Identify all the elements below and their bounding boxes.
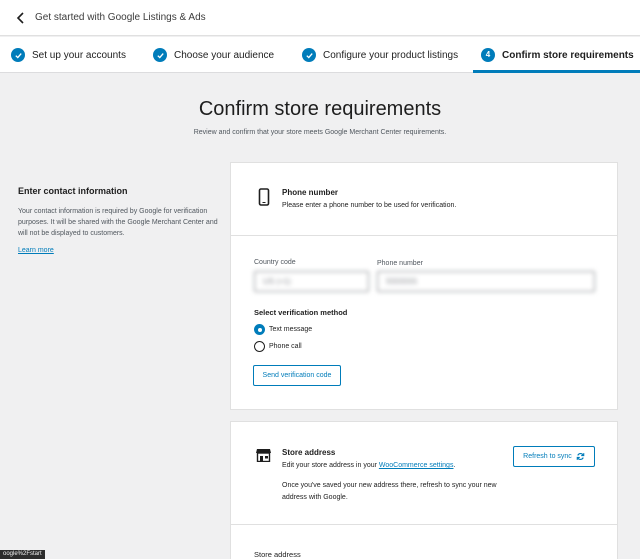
radio-unchecked-icon xyxy=(254,341,265,352)
woocommerce-settings-link[interactable]: WooCommerce settings xyxy=(379,462,454,469)
country-code-label: Country code xyxy=(254,259,296,266)
step-label: Set up your accounts xyxy=(32,49,126,61)
setup-stepper: Set up your accounts Choose your audienc… xyxy=(0,37,640,73)
step-number-badge: 4 xyxy=(481,48,495,62)
radio-checked-icon xyxy=(254,324,265,335)
active-step-indicator xyxy=(473,70,640,73)
radio-phone-call[interactable]: Phone call xyxy=(254,341,302,352)
check-icon xyxy=(302,48,316,62)
check-icon xyxy=(11,48,25,62)
phone-number-title: Phone number xyxy=(282,188,339,197)
step-confirm-store-requirements[interactable]: 4 Confirm store requirements xyxy=(481,37,634,73)
store-address-card: Store address Edit your store address in… xyxy=(230,421,618,559)
step-choose-audience[interactable]: Choose your audience xyxy=(153,37,274,73)
step-set-up-accounts[interactable]: Set up your accounts xyxy=(11,37,126,73)
page-header-title: Get started with Google Listings & Ads xyxy=(35,12,206,23)
phone-number-label: Phone number xyxy=(377,260,423,267)
phone-number-description: Please enter a phone number to be used f… xyxy=(282,202,457,209)
refresh-to-sync-button[interactable]: Refresh to sync xyxy=(513,446,595,467)
contact-info-title: Enter contact information xyxy=(18,186,128,196)
step-label: Confirm store requirements xyxy=(502,49,634,61)
check-icon xyxy=(153,48,167,62)
radio-text-message[interactable]: Text message xyxy=(254,324,312,335)
phone-number-input[interactable] xyxy=(377,271,595,292)
contact-info-description: Your contact information is required by … xyxy=(18,208,218,237)
store-address-description: Edit your store address in your WooComme… xyxy=(282,462,456,469)
store-address-title: Store address xyxy=(282,448,336,457)
phone-number-card: Phone number Please enter a phone number… xyxy=(230,162,618,410)
store-address-note: Once you've saved your new address there… xyxy=(282,482,497,501)
store-address-section-label: Store address xyxy=(254,550,301,559)
step-label: Configure your product listings xyxy=(323,49,459,61)
status-bar-url: oogle%2Fstart xyxy=(0,550,45,559)
top-bar: Get started with Google Listings & Ads xyxy=(0,0,640,36)
verification-method-title: Select verification method xyxy=(254,308,348,317)
chevron-left-icon[interactable] xyxy=(15,11,27,25)
country-code-select[interactable] xyxy=(254,271,369,292)
contact-info-section: Enter contact information Your contact i… xyxy=(18,186,218,257)
card-divider xyxy=(231,524,617,525)
smartphone-icon xyxy=(258,188,270,206)
refresh-icon xyxy=(576,453,585,460)
learn-more-link[interactable]: Learn more xyxy=(18,247,54,254)
page-title: Confirm store requirements xyxy=(198,98,442,120)
step-label: Choose your audience xyxy=(174,49,275,61)
page-subtitle: Review and confirm that your store meets… xyxy=(193,129,447,136)
send-verification-code-button[interactable]: Send verification code xyxy=(253,365,341,386)
step-configure-product-listings[interactable]: Configure your product listings xyxy=(302,37,458,73)
store-icon xyxy=(256,449,271,462)
card-divider xyxy=(231,235,617,236)
refresh-button-label: Refresh to sync xyxy=(523,453,572,460)
